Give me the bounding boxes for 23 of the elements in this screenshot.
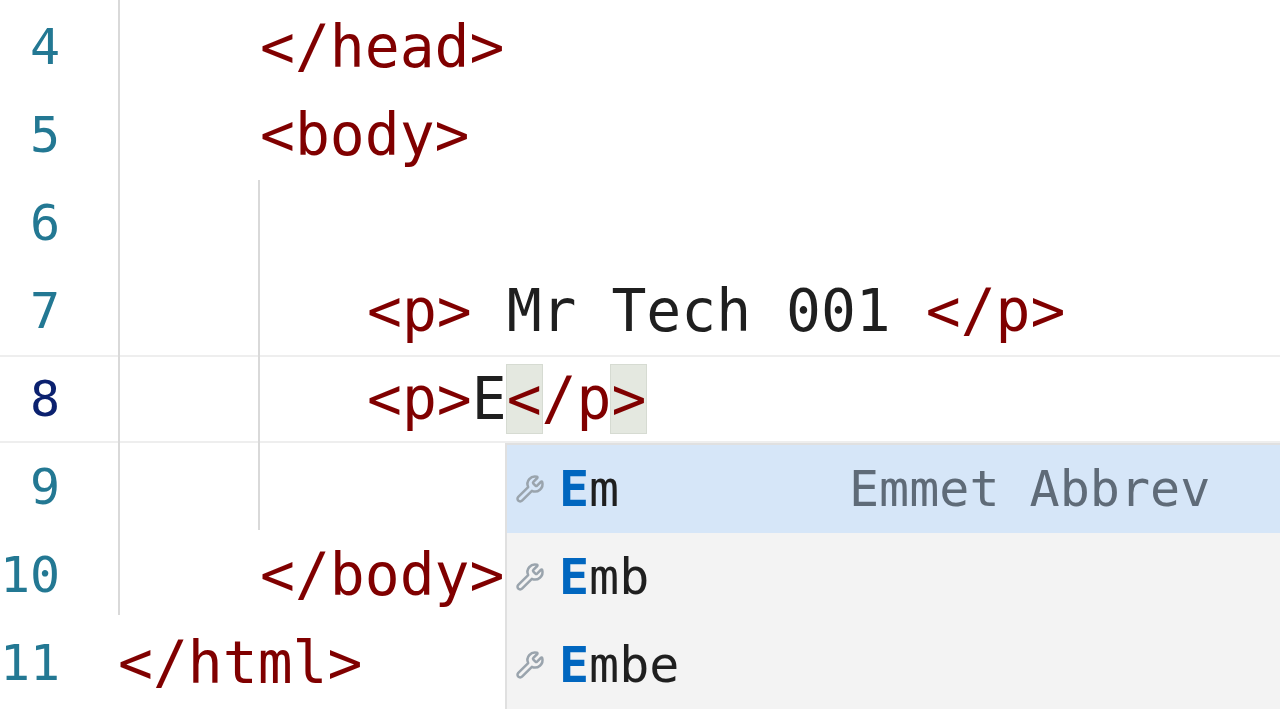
- html-tag: <p>: [367, 365, 472, 433]
- line-number: 6: [28, 194, 60, 252]
- line-number: 9: [28, 458, 60, 516]
- html-tag: </p>: [925, 277, 1066, 345]
- matched-bracket: >: [611, 365, 647, 433]
- line-number: 11: [0, 634, 60, 692]
- suggestion-item[interactable]: Em Emmet Abbrev: [507, 445, 1280, 533]
- html-tag: <p>: [367, 277, 472, 345]
- html-tag: </head>: [260, 13, 505, 81]
- line-number: 10: [0, 546, 60, 604]
- html-tag: /p: [541, 365, 612, 433]
- line-number: 5: [28, 106, 60, 164]
- matched-bracket: <: [506, 365, 542, 433]
- suggestion-item[interactable]: Emb: [507, 533, 1280, 621]
- line-number: 8: [28, 370, 60, 428]
- html-tag: </html>: [118, 629, 363, 697]
- code-text: Mr Tech 001: [505, 277, 892, 345]
- line-number: 4: [28, 18, 60, 76]
- line-number: 7: [28, 282, 60, 340]
- html-tag: </body>: [260, 541, 505, 609]
- code-text: E: [471, 365, 507, 433]
- html-tag: <body>: [260, 101, 470, 169]
- suggestion-item[interactable]: Embe: [507, 621, 1280, 709]
